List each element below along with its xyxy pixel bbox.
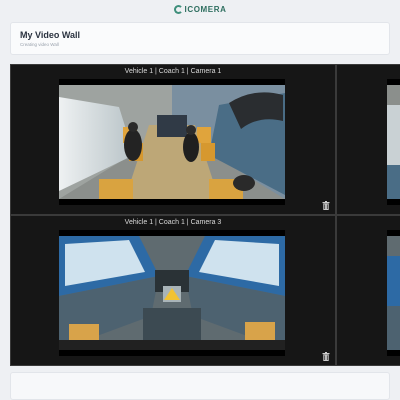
- video-tile-camera-4[interactable]: [336, 215, 400, 366]
- camera-feed[interactable]: [59, 79, 285, 205]
- camera-label: Vehicle 1 | Coach 1 | Camera 3: [124, 219, 222, 226]
- trash-icon: [322, 200, 330, 210]
- page-subtitle: Creating video Wall: [20, 42, 59, 47]
- delete-camera-button[interactable]: [321, 200, 331, 210]
- camera-feed[interactable]: [387, 79, 400, 205]
- trash-icon: [322, 351, 330, 361]
- camera-label: Vehicle 1 | Coach 1 | Camera 1: [124, 68, 222, 75]
- camera-feed-image: [59, 236, 285, 350]
- camera-feed[interactable]: [387, 230, 400, 356]
- camera-feed-image: [59, 85, 285, 199]
- brand-name: ICOMERA: [184, 4, 227, 14]
- bottom-panel: [10, 372, 390, 400]
- delete-camera-button[interactable]: [321, 351, 331, 361]
- camera-feed[interactable]: [59, 230, 285, 356]
- video-tile-camera-1[interactable]: Vehicle 1 | Coach 1 | Camera 1: [10, 64, 336, 215]
- video-tile-camera-3[interactable]: Vehicle 1 | Coach 1 | Camera 3: [10, 215, 336, 366]
- page-title: My Video Wall: [20, 30, 81, 40]
- top-bar: ICOMERA: [0, 0, 400, 18]
- brand-logo[interactable]: ICOMERA: [173, 4, 227, 14]
- camera-feed-image: [387, 236, 400, 350]
- icomera-logo-icon: [173, 4, 183, 14]
- video-tile-camera-2[interactable]: [336, 64, 400, 215]
- title-card: My Video Wall Creating video Wall: [10, 22, 390, 55]
- camera-feed-image: [387, 85, 400, 199]
- video-wall-grid: Vehicle 1 | Coach 1 | Camera 1 Vehicle 1…: [10, 64, 400, 366]
